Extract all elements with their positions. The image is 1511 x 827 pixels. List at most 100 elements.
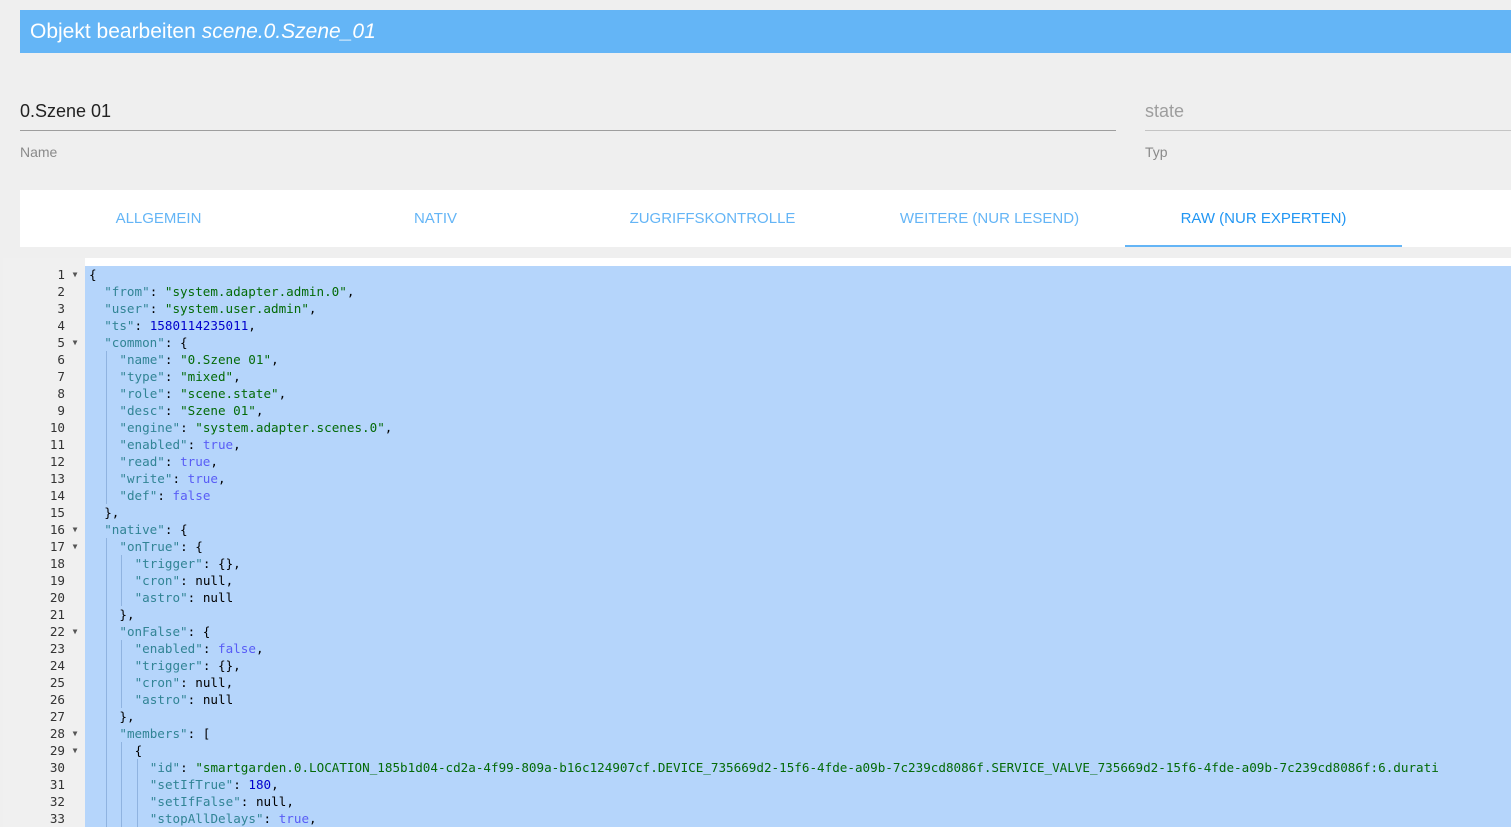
line-number: 1 xyxy=(57,267,65,282)
json-punctuation: : xyxy=(149,284,165,299)
code-line: 31 "setIfTrue": 180, xyxy=(50,776,1511,793)
json-punctuation: : { xyxy=(187,624,211,639)
line-number: 22 xyxy=(49,624,65,639)
line-number: 14 xyxy=(49,488,65,503)
code-text: "native": { xyxy=(85,521,187,538)
line-number: 20 xyxy=(49,590,65,605)
json-boolean: true xyxy=(278,811,310,826)
json-string: "mixed" xyxy=(180,369,234,384)
json-key: "enabled" xyxy=(119,437,188,452)
code-text: "members": [ xyxy=(85,725,210,742)
json-key: "def" xyxy=(119,488,158,503)
code-line: 26 "astro": null xyxy=(50,691,1511,708)
json-punctuation: , xyxy=(225,573,234,588)
tab-allgemein[interactable]: ALLGEMEIN xyxy=(20,190,297,247)
type-label: Typ xyxy=(1145,144,1168,160)
code-line: 8 "role": "scene.state", xyxy=(57,385,1511,402)
json-punctuation: , xyxy=(233,437,241,452)
json-key: "onFalse" xyxy=(119,624,188,639)
line-number: 24 xyxy=(49,658,65,673)
json-punctuation: , xyxy=(255,403,264,418)
code-text: }, xyxy=(85,708,134,725)
fold-arrow-icon[interactable]: ▼ xyxy=(69,623,81,640)
code-text: "user": "system.user.admin", xyxy=(85,300,316,317)
fold-arrow-icon[interactable]: ▼ xyxy=(69,742,81,759)
json-punctuation: { xyxy=(89,267,97,282)
code-line: 14 "def": false xyxy=(50,487,1511,504)
json-string: "smartgarden.0.LOCATION_185b1d04-cd2a-4f… xyxy=(195,760,1439,775)
code-line: 22 ▼ "onFalse": { xyxy=(50,623,1511,640)
type-field: state Typ xyxy=(1145,92,1511,160)
json-key: "native" xyxy=(104,522,165,537)
fold-arrow-icon[interactable]: ▼ xyxy=(69,521,81,538)
fold-arrow-icon[interactable]: ▼ xyxy=(69,334,81,351)
json-punctuation: : xyxy=(180,573,196,588)
json-key: "setIfTrue" xyxy=(149,777,234,792)
code-line: 15}, xyxy=(50,504,1511,521)
json-key: "id" xyxy=(149,760,181,775)
code-line: 6 "name": "0.Szene 01", xyxy=(57,351,1511,368)
code-text: }, xyxy=(85,606,134,623)
fold-arrow-icon[interactable]: ▼ xyxy=(69,266,81,283)
code-text: { xyxy=(85,742,143,759)
line-number: 33 xyxy=(49,811,65,826)
json-string: "system.adapter.admin.0" xyxy=(164,284,347,299)
code-line: 23 "enabled": false, xyxy=(50,640,1511,657)
json-punctuation: : xyxy=(240,794,256,809)
json-key: "name" xyxy=(119,352,165,367)
code-text: "onTrue": { xyxy=(85,538,202,555)
tab-zugriffskontrolle[interactable]: ZUGRIFFSKONTROLLE xyxy=(574,190,851,247)
json-string: "0.Szene 01" xyxy=(180,352,272,367)
json-punctuation: : xyxy=(263,811,279,826)
code-line: 32 "setIfFalse": null, xyxy=(50,793,1511,810)
line-number: 15 xyxy=(49,505,65,520)
json-key: "engine" xyxy=(119,420,181,435)
code-line: 19 "cron": null, xyxy=(50,572,1511,589)
code-text: { xyxy=(85,266,97,283)
json-null: null xyxy=(195,573,226,588)
fold-arrow-icon[interactable]: ▼ xyxy=(69,725,81,742)
code-line: 25 "cron": null, xyxy=(50,674,1511,691)
code-text: "type": "mixed", xyxy=(85,368,240,385)
name-field[interactable]: 0.Szene 01 Name xyxy=(20,92,1116,160)
json-key: "enabled" xyxy=(134,641,203,656)
code-line: 33 "stopAllDelays": true, xyxy=(50,810,1511,827)
name-label: Name xyxy=(20,144,58,160)
tab-raw[interactable]: RAW (NUR EXPERTEN) xyxy=(1125,190,1402,247)
code-line: 29 ▼ { xyxy=(50,742,1511,759)
json-punctuation: : xyxy=(157,488,173,503)
json-key: "ts" xyxy=(104,318,135,333)
line-number: 23 xyxy=(49,641,65,656)
code-line: 10 "engine": "system.adapter.scenes.0", xyxy=(50,419,1511,436)
code-line: 18 "trigger": {}, xyxy=(50,555,1511,572)
line-number: 18 xyxy=(49,556,65,571)
code-text: "common": { xyxy=(85,334,187,351)
json-key: "write" xyxy=(119,471,173,486)
raw-json-editor[interactable]: 1 ▼ {2 "from": "system.adapter.admin.0", 3 "u… xyxy=(3,258,1511,827)
json-boolean: false xyxy=(172,488,211,503)
json-key: "common" xyxy=(104,335,165,350)
line-number: 28 xyxy=(49,726,65,741)
json-punctuation: : [ xyxy=(187,726,211,741)
code-text: "trigger": {}, xyxy=(85,555,241,572)
json-punctuation: , xyxy=(309,811,317,826)
json-key: "trigger" xyxy=(134,556,203,571)
line-number: 11 xyxy=(49,437,65,452)
json-key: "user" xyxy=(104,301,150,316)
code-line: 27}, xyxy=(50,708,1511,725)
tab-nativ[interactable]: NATIV xyxy=(297,190,574,247)
code-line: 9 "desc": "Szene 01", xyxy=(57,402,1511,419)
json-key: "role" xyxy=(119,386,165,401)
json-punctuation: : xyxy=(187,692,203,707)
code-line: 11 "enabled": true, xyxy=(50,436,1511,453)
code-text: "from": "system.adapter.admin.0", xyxy=(85,283,354,300)
line-number: 29 xyxy=(49,743,65,758)
code-text: "role": "scene.state", xyxy=(85,385,286,402)
code-area[interactable]: 1 ▼ {2 "from": "system.adapter.admin.0", 3 "u… xyxy=(50,266,1511,827)
name-input[interactable]: 0.Szene 01 xyxy=(20,92,1116,131)
json-null: null xyxy=(202,692,234,707)
json-punctuation: }, xyxy=(104,505,120,520)
code-line: 21}, xyxy=(50,606,1511,623)
fold-arrow-icon[interactable]: ▼ xyxy=(69,538,81,555)
tab-weitere[interactable]: WEITERE (NUR LESEND) xyxy=(851,190,1128,247)
